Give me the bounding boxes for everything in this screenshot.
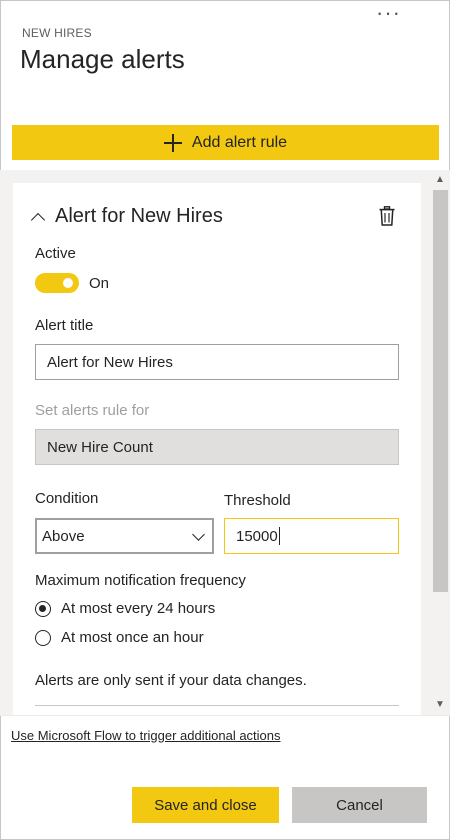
card-divider	[35, 705, 399, 706]
cancel-button[interactable]: Cancel	[292, 787, 427, 823]
page-title: Manage alerts	[20, 44, 185, 74]
toggle-knob	[63, 278, 73, 288]
condition-label: Condition	[35, 490, 99, 507]
rule-for-label: Set alerts rule for	[35, 402, 150, 419]
threshold-value: 15000	[236, 527, 278, 545]
dataset-name: NEW HIRES	[22, 26, 92, 40]
radio-every-24-hours[interactable]	[35, 601, 51, 617]
alert-rule-card: Alert for New Hires Active On Alert titl…	[13, 183, 421, 715]
alert-title-value: Alert for New Hires	[47, 353, 173, 371]
vertical-scrollbar[interactable]: ▲ ▼	[431, 170, 450, 715]
trash-icon[interactable]	[379, 206, 395, 226]
alert-rule-header[interactable]: Alert for New Hires	[30, 205, 223, 228]
rule-for-field: New Hire Count	[35, 429, 399, 465]
alerts-note: Alerts are only sent if your data change…	[35, 672, 307, 689]
chevron-down-icon	[192, 528, 205, 541]
radio-label-every-24-hours[interactable]: At most every 24 hours	[61, 600, 215, 617]
plus-icon	[163, 133, 182, 152]
condition-value: Above	[42, 527, 85, 545]
alert-title-label: Alert title	[35, 317, 94, 334]
scroll-up-icon[interactable]: ▲	[435, 173, 445, 187]
add-alert-rule-label: Add alert rule	[191, 133, 288, 151]
active-state-text: On	[89, 275, 110, 292]
radio-once-an-hour[interactable]	[35, 630, 51, 646]
threshold-input[interactable]: 15000	[224, 518, 399, 554]
scroll-down-icon[interactable]: ▼	[435, 698, 445, 712]
microsoft-flow-link[interactable]: Use Microsoft Flow to trigger additional…	[11, 728, 281, 743]
text-cursor	[278, 527, 280, 545]
chevron-up-icon[interactable]	[30, 212, 46, 227]
footer-divider	[0, 715, 450, 716]
condition-select[interactable]: Above	[35, 518, 214, 554]
frequency-label: Maximum notification frequency	[35, 572, 246, 589]
radio-label-once-an-hour[interactable]: At most once an hour	[61, 629, 204, 646]
save-and-close-button[interactable]: Save and close	[132, 787, 279, 823]
threshold-label: Threshold	[224, 492, 291, 509]
alert-title-input[interactable]: Alert for New Hires	[35, 344, 399, 380]
more-options-icon[interactable]: ···	[376, 2, 401, 24]
add-alert-rule-button[interactable]: Add alert rule	[12, 125, 439, 160]
active-toggle[interactable]	[35, 273, 79, 293]
alert-rule-title: Alert for New Hires	[55, 205, 223, 227]
active-label: Active	[35, 245, 76, 262]
rule-for-value: New Hire Count	[47, 438, 153, 456]
scroll-thumb[interactable]	[433, 190, 448, 592]
